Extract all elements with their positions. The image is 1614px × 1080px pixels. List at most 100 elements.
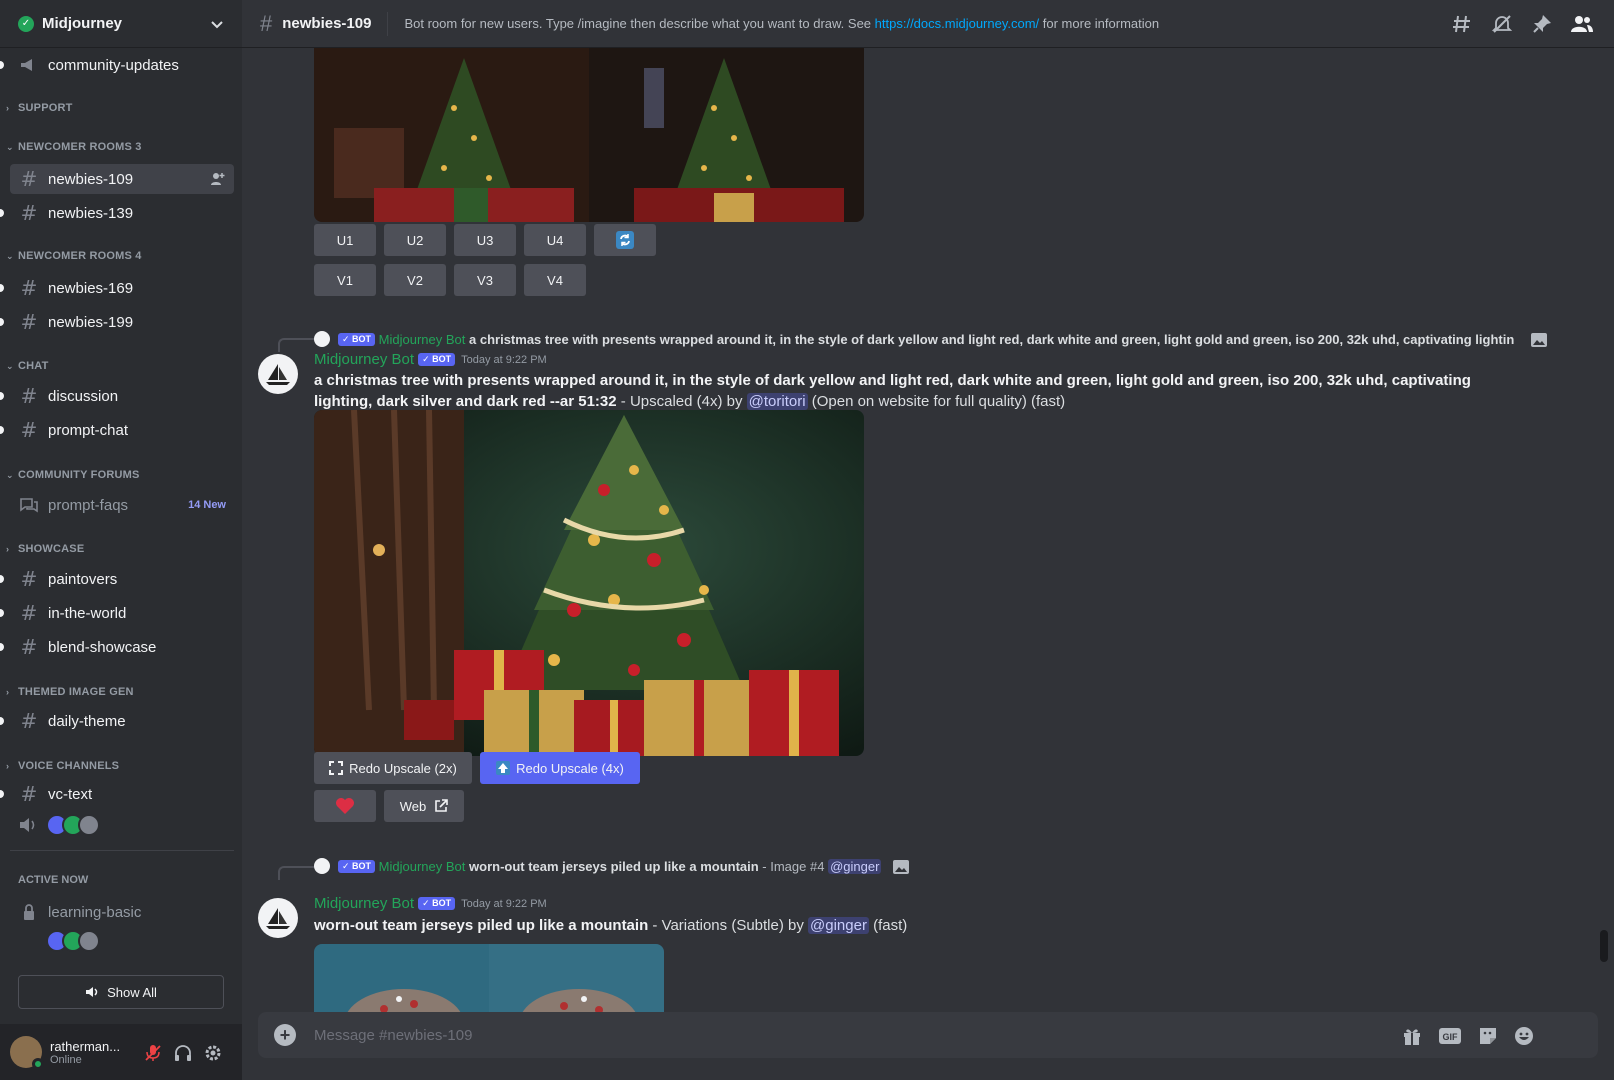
user-mention[interactable]: @ginger xyxy=(808,917,869,934)
user-mention[interactable]: @ginger xyxy=(828,859,882,874)
channel-paintovers[interactable]: # paintovers xyxy=(0,564,234,594)
image-grid-attachment[interactable] xyxy=(314,48,864,222)
sticker-icon[interactable] xyxy=(1476,1024,1500,1048)
variation-1-button[interactable]: V1 xyxy=(314,264,376,296)
reply-text: worn-out team jerseys piled up like a mo… xyxy=(469,859,759,874)
gift-icon[interactable] xyxy=(1400,1024,1424,1048)
category-voice-channels[interactable]: › VOICE CHANNELS xyxy=(6,760,119,772)
channel-newbies-199[interactable]: # newbies-199 xyxy=(0,307,234,337)
redo-upscale-4x-button[interactable]: Redo Upscale (4x) xyxy=(480,752,640,784)
mute-mic-icon[interactable] xyxy=(142,1042,164,1064)
unread-indicator xyxy=(0,575,4,583)
show-all-button[interactable]: Show All xyxy=(18,975,224,1009)
channel-label: newbies-109 xyxy=(48,170,134,188)
docs-link[interactable]: https://docs.midjourney.com/ xyxy=(875,16,1040,31)
pin-icon[interactable] xyxy=(1530,12,1554,36)
channel-discussion[interactable]: # discussion xyxy=(0,381,234,411)
scrollbar-track[interactable] xyxy=(1598,48,1606,1012)
message-author[interactable]: Midjourney Bot xyxy=(314,895,414,912)
category-chat[interactable]: ⌄ CHAT xyxy=(6,360,49,372)
upscale-4-button[interactable]: U4 xyxy=(524,224,586,256)
reply-author[interactable]: Midjourney Bot xyxy=(379,859,466,874)
channel-label: blend-showcase xyxy=(48,638,157,656)
avatar[interactable] xyxy=(10,1036,44,1070)
channel-newbies-139[interactable]: # newbies-139 xyxy=(0,198,234,228)
category-themed-image-gen[interactable]: › THEMED IMAGE GEN xyxy=(6,686,134,698)
channel-learning-basic[interactable]: learning-basic xyxy=(10,897,234,927)
emoji-icon[interactable] xyxy=(1512,1024,1536,1048)
category-support[interactable]: › SUPPORT xyxy=(6,102,73,114)
message-author[interactable]: Midjourney Bot xyxy=(314,351,414,368)
channel-blend-showcase[interactable]: # blend-showcase xyxy=(0,632,234,662)
channel-prompt-faqs[interactable]: prompt-faqs 14 New xyxy=(10,490,234,520)
channel-daily-theme[interactable]: # daily-theme xyxy=(0,706,234,736)
headphones-icon[interactable] xyxy=(172,1042,194,1064)
channel-label: prompt-faqs xyxy=(48,496,129,514)
avatar[interactable] xyxy=(78,930,100,952)
reroll-button[interactable] xyxy=(594,224,656,256)
jersey-mountain-image xyxy=(314,944,664,1012)
avatar[interactable] xyxy=(258,354,298,394)
threaded-hash-icon: # xyxy=(20,167,38,191)
message-content: worn-out team jerseys piled up like a mo… xyxy=(314,917,908,934)
reply-reference[interactable]: ✓ BOT Midjourney Bot a christmas tree wi… xyxy=(314,331,1514,347)
reply-text: a christmas tree with presents wrapped a… xyxy=(469,332,1514,347)
web-link-button[interactable]: Web xyxy=(384,790,464,822)
user-name[interactable]: ratherman... xyxy=(50,1039,120,1054)
threads-icon[interactable] xyxy=(1450,12,1474,36)
speaker-icon xyxy=(86,987,98,997)
category-newcomer-rooms-4[interactable]: ⌄ NEWCOMER ROOMS 4 xyxy=(6,250,142,262)
image-grid-attachment[interactable] xyxy=(314,944,664,1012)
category-newcomer-rooms-3[interactable]: ⌄ NEWCOMER ROOMS 3 xyxy=(6,141,142,153)
add-attachment-icon[interactable]: + xyxy=(274,1024,296,1046)
upscale-2-button[interactable]: U2 xyxy=(384,224,446,256)
channel-prompt-chat[interactable]: # prompt-chat xyxy=(0,415,234,445)
reply-spine xyxy=(278,338,314,352)
server-header[interactable]: ✓ Midjourney xyxy=(0,0,242,48)
variation-4-button[interactable]: V4 xyxy=(524,264,586,296)
reply-reference[interactable]: ✓ BOT Midjourney Bot worn-out team jerse… xyxy=(314,858,914,874)
channel-newbies-169[interactable]: # newbies-169 xyxy=(0,273,234,303)
hash-icon: # xyxy=(20,384,38,408)
timestamp[interactable]: Today at 9:22 PM xyxy=(461,354,547,366)
add-user-icon[interactable] xyxy=(210,171,226,187)
channel-label: community-updates xyxy=(48,56,179,74)
message-content: a christmas tree with presents wrapped a… xyxy=(314,372,1471,410)
sailboat-icon xyxy=(266,364,290,385)
channel-vc-text[interactable]: # vc-text xyxy=(0,779,234,809)
channel-label: newbies-169 xyxy=(48,279,134,297)
variation-2-button[interactable]: V2 xyxy=(384,264,446,296)
message-header: Midjourney Bot ✓ BOT Today at 9:22 PM xyxy=(314,895,547,912)
active-avatars xyxy=(46,930,100,952)
message-input[interactable] xyxy=(314,1024,1394,1046)
member-list-icon[interactable] xyxy=(1570,12,1594,36)
category-showcase[interactable]: › SHOWCASE xyxy=(6,543,84,555)
notification-muted-icon[interactable] xyxy=(1490,12,1514,36)
channel-in-the-world[interactable]: # in-the-world xyxy=(0,598,234,628)
unread-indicator xyxy=(0,609,4,617)
timestamp[interactable]: Today at 9:22 PM xyxy=(461,898,547,910)
reply-author[interactable]: Midjourney Bot xyxy=(379,332,466,347)
gif-icon[interactable]: GIF xyxy=(1438,1024,1462,1048)
category-community-forums[interactable]: ⌄ COMMUNITY FORUMS xyxy=(6,469,140,481)
channel-topic[interactable]: Bot room for new users. Type /imagine th… xyxy=(404,16,1159,31)
christmas-tree-grid-image xyxy=(314,48,864,222)
channel-community-updates[interactable]: community-updates xyxy=(0,50,234,80)
svg-text:GIF: GIF xyxy=(1443,1032,1459,1042)
variation-3-button[interactable]: V3 xyxy=(454,264,516,296)
threaded-hash-icon: # xyxy=(20,310,38,334)
channel-title: newbies-109 xyxy=(282,15,372,32)
upscaled-image-attachment[interactable] xyxy=(314,410,864,756)
verified-icon: ✓ xyxy=(18,15,34,32)
redo-upscale-2x-button[interactable]: Redo Upscale (2x) xyxy=(314,752,472,784)
upscale-3-button[interactable]: U3 xyxy=(454,224,516,256)
scrollbar-thumb[interactable] xyxy=(1600,930,1608,962)
user-mention[interactable]: @toritori xyxy=(746,393,808,410)
channel-newbies-109[interactable]: # newbies-109 xyxy=(10,164,234,194)
voice-channel-row[interactable] xyxy=(18,814,100,836)
upscale-1-button[interactable]: U1 xyxy=(314,224,376,256)
gear-icon[interactable] xyxy=(202,1042,224,1064)
avatar[interactable] xyxy=(258,898,298,938)
avatar[interactable] xyxy=(78,814,100,836)
favorite-button[interactable] xyxy=(314,790,376,822)
